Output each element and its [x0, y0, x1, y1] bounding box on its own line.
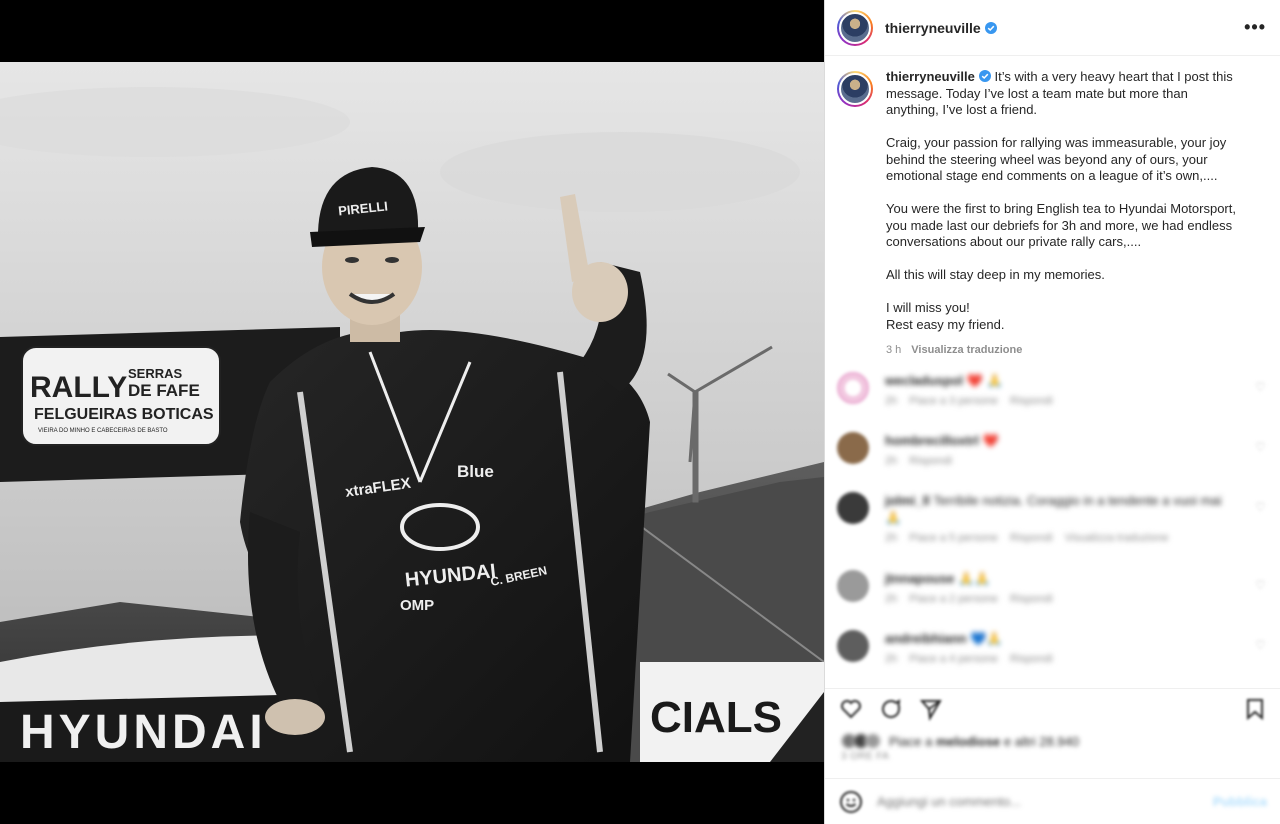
comment-text: ❤️ 🙏 — [966, 373, 1003, 388]
reply-button[interactable]: Rispondi — [1010, 532, 1053, 544]
caption-time[interactable]: 3 h — [886, 342, 901, 359]
reply-button[interactable]: Rispondi — [1010, 653, 1053, 665]
comment-time: 2h — [885, 532, 898, 544]
post-media[interactable]: RALLY SERRAS DE FAFE FELGUEIRAS BOTICAS … — [0, 0, 824, 824]
post-time-ago[interactable]: 3 ORE FA — [825, 749, 1280, 762]
commenter-username[interactable]: jolmi_ll — [885, 493, 930, 508]
svg-text:OMP: OMP — [400, 597, 434, 614]
commenter-username[interactable]: andreibhiann — [885, 631, 967, 646]
reply-button[interactable]: Rispondi — [1010, 395, 1053, 407]
save-bookmark-icon[interactable] — [1243, 697, 1267, 721]
comment-time: 2h — [885, 653, 898, 665]
caption-meta: 3 h Visualizza traduzione — [886, 342, 1236, 359]
comment-time: 2h — [885, 455, 898, 467]
comment-time: 2h — [885, 593, 898, 605]
add-comment-bar: Pubblica — [825, 778, 1280, 824]
like-comment-heart-icon[interactable]: ♡ — [1255, 380, 1267, 394]
photo-illustration: RALLY SERRAS DE FAFE FELGUEIRAS BOTICAS … — [0, 62, 824, 762]
commenter-avatar[interactable] — [837, 432, 869, 464]
comment-item: jtnnapouse 🙏🙏 2h Piace a 2 persone Rispond… — [825, 570, 1280, 630]
emoji-icon[interactable] — [839, 790, 863, 814]
comment-likes[interactable]: Piace a 2 persone — [909, 593, 998, 605]
more-options-button[interactable]: ••• — [1244, 17, 1266, 38]
caption-avatar[interactable] — [837, 71, 873, 107]
comment-item: wecladuspol ❤️ 🙏 2h Piace a 3 persone Risp… — [825, 372, 1280, 432]
comment-likes[interactable]: Piace a 5 persone — [909, 532, 998, 544]
banner-rally: RALLY — [30, 371, 127, 404]
comment-text: ❤️ — [982, 433, 999, 448]
commenter-username[interactable]: wecladuspol — [885, 373, 963, 388]
liker-avatars — [841, 733, 881, 749]
caption-paragraph-4: All this will stay deep in my memories. — [886, 267, 1105, 282]
commenter-username[interactable]: jtnnapouse — [885, 571, 954, 586]
like-comment-heart-icon[interactable]: ♡ — [1255, 578, 1267, 592]
comment-item: hombrecilloxtrl ❤️ 2h Rispondi ♡ — [825, 432, 1280, 492]
translate-link[interactable]: Visualizza traduzione — [911, 342, 1022, 359]
comment-time: 2h — [885, 395, 898, 407]
publish-button[interactable]: Pubblica — [1213, 794, 1267, 809]
comment-text: 💙🙏 — [970, 631, 1003, 646]
svg-text:FELGUEIRAS BOTICAS: FELGUEIRAS BOTICAS — [34, 406, 214, 423]
svg-text:Blue: Blue — [457, 462, 494, 481]
post-header: thierryneuville ••• — [825, 0, 1280, 56]
caption-paragraph-3: You were the first to bring English tea … — [886, 201, 1236, 249]
verified-badge-icon — [978, 70, 991, 82]
comment-item: andreibhiann 💙🙏 2h Piace a 4 persone Rispo… — [825, 630, 1280, 687]
svg-text:SERRAS: SERRAS — [128, 366, 183, 381]
comment-item: jolmi_ll Terribile notizia. Coraggio in … — [825, 492, 1280, 570]
commenter-avatar[interactable] — [837, 570, 869, 602]
caption-body: thierryneuville It’s with a very heavy h… — [886, 69, 1236, 358]
reply-button[interactable]: Rispondi — [909, 455, 952, 467]
like-comment-heart-icon[interactable]: ♡ — [1255, 500, 1267, 514]
likes-text: Piace a melodiose e altri 28.940 — [889, 733, 1080, 749]
heart-icon[interactable] — [839, 697, 863, 721]
svg-text:VIEIRA DO MINHO E CABECEIRAS D: VIEIRA DO MINHO E CABECEIRAS DE BASTO — [38, 428, 168, 434]
caption-paragraph-5b: Rest easy my friend. — [886, 316, 1005, 332]
caption-paragraph-2: Craig, your passion for rallying was imm… — [886, 135, 1227, 183]
comment-likes[interactable]: Piace a 3 persone — [909, 395, 998, 407]
comment-input[interactable] — [877, 794, 1197, 809]
comments-section[interactable]: thierryneuville It’s with a very heavy h… — [825, 57, 1280, 687]
comment-text: Terribile notizia. Coraggio in a tendent… — [885, 493, 1222, 525]
commenter-avatar[interactable] — [837, 492, 869, 524]
author-avatar[interactable] — [837, 9, 873, 46]
comment-icon[interactable] — [879, 697, 903, 721]
commenter-avatar[interactable] — [837, 630, 869, 662]
commenter-username[interactable]: hombrecilloxtrl — [885, 433, 979, 448]
reply-button[interactable]: Rispondi — [1010, 593, 1053, 605]
verified-badge-icon — [984, 21, 997, 34]
comment-likes[interactable]: Piace a 4 persone — [909, 653, 998, 665]
likes-summary[interactable]: Piace a melodiose e altri 28.940 — [825, 727, 1280, 749]
commenter-avatar[interactable] — [837, 372, 869, 404]
svg-text:CIALS: CIALS — [650, 693, 782, 742]
like-comment-heart-icon[interactable]: ♡ — [1255, 440, 1267, 454]
translate-link[interactable]: Visualizza traduzione — [1065, 532, 1169, 544]
svg-text:HYUNDAI: HYUNDAI — [20, 706, 267, 759]
author-username[interactable]: thierryneuville — [885, 20, 981, 36]
caption-paragraph-5a: I will miss you! — [886, 300, 970, 315]
svg-text:DE FAFE: DE FAFE — [128, 381, 200, 400]
post-panel: thierryneuville ••• thierryneuville It’s… — [824, 0, 1280, 824]
post-caption: thierryneuville It’s with a very heavy h… — [825, 57, 1280, 358]
action-bar — [825, 691, 1280, 727]
share-icon[interactable] — [919, 697, 943, 721]
comment-text: 🙏🙏 — [957, 571, 991, 586]
like-comment-heart-icon[interactable]: ♡ — [1255, 638, 1267, 652]
caption-username[interactable]: thierryneuville — [886, 69, 975, 84]
post-photo: RALLY SERRAS DE FAFE FELGUEIRAS BOTICAS … — [0, 62, 824, 762]
